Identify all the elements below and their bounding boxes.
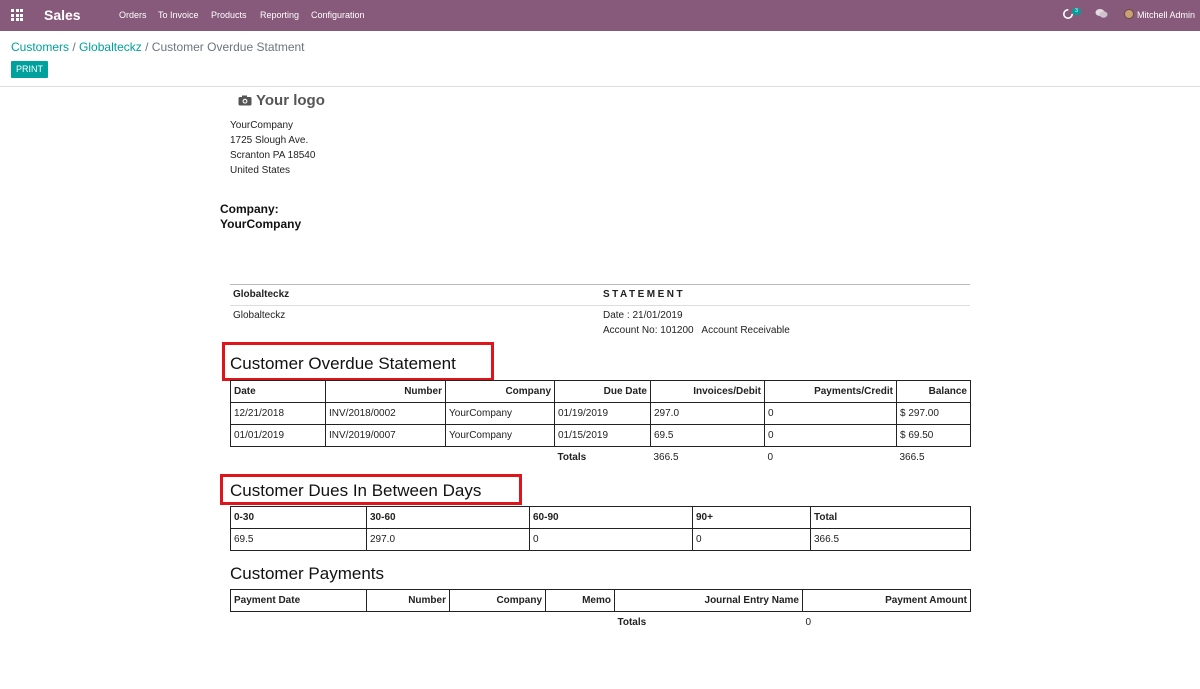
totals-label: Totals — [557, 452, 587, 463]
total-payment: 0 — [805, 617, 812, 628]
column-header: Balance — [896, 380, 971, 403]
statement-date: Date : 21/01/2019 — [603, 310, 683, 321]
table-cell: 01/15/2019 — [554, 424, 651, 447]
table-cell: $ 297.00 — [896, 402, 971, 425]
column-header: Company — [445, 380, 555, 403]
breadcrumb-separator: / — [145, 40, 149, 54]
column-header: Number — [325, 380, 446, 403]
dues-section-title: Customer Dues In Between Days — [230, 481, 482, 500]
overdue-table: Date Number Company Due Date Invoices/De… — [230, 380, 971, 468]
activity-badge: 3 — [1072, 8, 1081, 15]
address-line: United States — [230, 165, 291, 176]
totals-row: Totals 366.5 0 366.5 — [231, 447, 971, 469]
column-header: 30-60 — [366, 506, 530, 529]
column-header: 90+ — [692, 506, 811, 529]
table-row: 01/01/2019 INV/2019/0007 YourCompany 01/… — [230, 424, 971, 447]
table-cell: 0 — [764, 424, 897, 447]
table-cell: 12/21/2018 — [230, 402, 326, 425]
total-balance: 366.5 — [899, 452, 925, 463]
column-header: Journal Entry Name — [614, 589, 803, 612]
table-cell: 01/19/2019 — [554, 402, 651, 425]
total-credit: 0 — [767, 452, 774, 463]
address-line: 1725 Slough Ave. — [230, 135, 309, 146]
table-cell: 01/01/2019 — [230, 424, 326, 447]
breadcrumb-current: Customer Overdue Statment — [151, 40, 305, 54]
menu-orders[interactable]: Orders — [119, 10, 147, 20]
totals-row: Totals 0 — [231, 612, 971, 634]
partner-name: Globalteckz — [233, 310, 286, 321]
totals-label: Totals — [617, 617, 647, 628]
divider — [230, 284, 970, 285]
chat-icon[interactable] — [1095, 8, 1108, 22]
menu-reporting[interactable]: Reporting — [260, 10, 299, 20]
column-header: Payment Amount — [802, 589, 971, 612]
partner-header: Globalteckz — [233, 289, 290, 300]
table-cell: 297.0 — [366, 528, 530, 551]
statement-title: STATEMENT — [603, 289, 686, 300]
breadcrumb-globalteckz[interactable]: Globalteckz — [79, 40, 142, 54]
menu-configuration[interactable]: Configuration — [311, 10, 365, 20]
total-debit: 366.5 — [653, 452, 679, 463]
camera-icon — [238, 93, 252, 110]
column-header: 0-30 — [230, 506, 367, 529]
table-cell: 297.0 — [650, 402, 765, 425]
column-header: Number — [366, 589, 450, 612]
table-cell: INV/2018/0002 — [325, 402, 446, 425]
menu-products[interactable]: Products — [211, 10, 247, 20]
table-row: 12/21/2018 INV/2018/0002 YourCompany 01/… — [230, 402, 971, 425]
table-cell: YourCompany — [445, 402, 555, 425]
column-header: Payments/Credit — [764, 380, 897, 403]
company-label: Company: — [220, 202, 279, 216]
company-logo: Your logo — [238, 92, 325, 110]
table-cell: YourCompany — [445, 424, 555, 447]
table-cell: INV/2019/0007 — [325, 424, 446, 447]
overdue-section-title: Customer Overdue Statement — [230, 354, 456, 373]
user-name[interactable]: Mitchell Admin — [1137, 10, 1195, 20]
column-header: Date — [230, 380, 326, 403]
address-line: Scranton PA 18540 — [230, 150, 316, 161]
breadcrumb: Customers / Globalteckz / Customer Overd… — [11, 40, 305, 54]
print-button[interactable]: PRINT — [11, 61, 48, 78]
table-cell: 69.5 — [650, 424, 765, 447]
app-name[interactable]: Sales — [44, 7, 81, 23]
column-header: Company — [449, 589, 546, 612]
table-cell: 0 — [764, 402, 897, 425]
table-header-row: Date Number Company Due Date Invoices/De… — [230, 380, 971, 403]
column-header: Invoices/Debit — [650, 380, 765, 403]
column-header: Total — [810, 506, 971, 529]
table-cell: 366.5 — [810, 528, 971, 551]
table-cell: 0 — [692, 528, 811, 551]
table-cell: $ 69.50 — [896, 424, 971, 447]
company-name: YourCompany — [220, 217, 302, 231]
account-line: Account No: 101200 Account Receivable — [603, 325, 790, 336]
logo-text: Your logo — [256, 92, 325, 109]
top-navbar: Sales Orders To Invoice Products Reporti… — [0, 0, 1200, 31]
payments-section-title: Customer Payments — [230, 564, 384, 583]
breadcrumb-customers[interactable]: Customers — [11, 40, 69, 54]
divider — [230, 305, 970, 306]
table-row: 69.5 297.0 0 0 366.5 — [230, 528, 971, 551]
column-header: Payment Date — [230, 589, 367, 612]
column-header: Due Date — [554, 380, 651, 403]
table-header-row: Payment Date Number Company Memo Journal… — [230, 589, 971, 612]
table-cell: 0 — [529, 528, 693, 551]
dues-table: 0-30 30-60 60-90 90+ Total 69.5 297.0 0 … — [230, 506, 971, 551]
breadcrumb-separator: / — [72, 40, 76, 54]
control-panel: Customers / Globalteckz / Customer Overd… — [0, 31, 1200, 87]
column-header: Memo — [545, 589, 615, 612]
address-line: YourCompany — [230, 120, 294, 131]
avatar[interactable] — [1124, 9, 1134, 19]
table-cell: 69.5 — [230, 528, 367, 551]
payments-table: Payment Date Number Company Memo Journal… — [230, 589, 971, 633]
column-header: 60-90 — [529, 506, 693, 529]
apps-grid-icon[interactable] — [11, 9, 23, 21]
table-header-row: 0-30 30-60 60-90 90+ Total — [230, 506, 971, 529]
menu-to-invoice[interactable]: To Invoice — [158, 10, 199, 20]
